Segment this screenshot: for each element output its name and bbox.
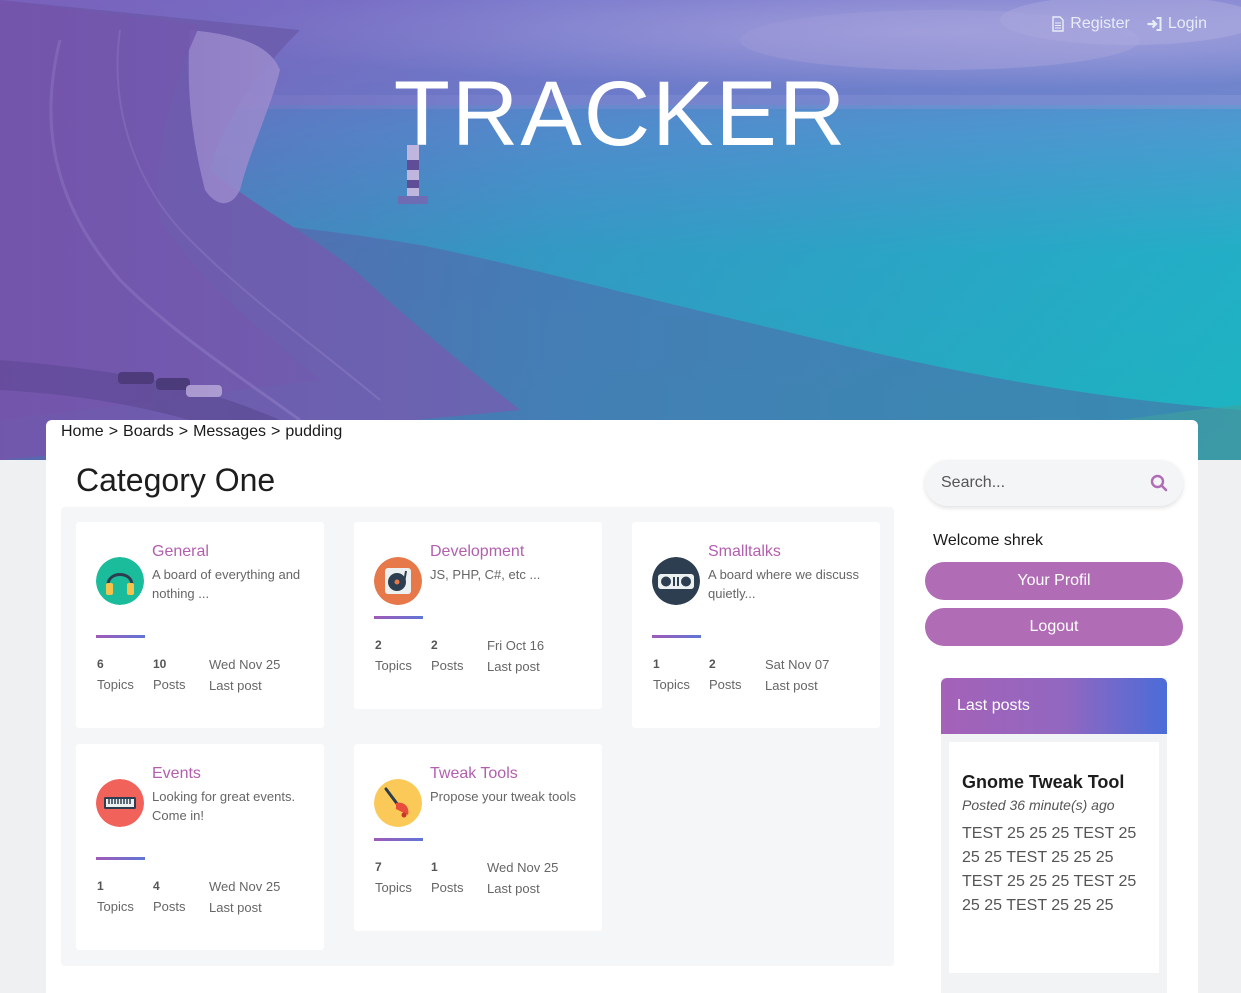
breadcrumb-boards[interactable]: Boards (123, 423, 174, 441)
last-post-label: Last post (487, 659, 540, 674)
sign-in-icon (1147, 17, 1162, 31)
card-divider (374, 616, 423, 619)
last-posts-title: Last posts (941, 678, 1167, 734)
breadcrumb-current[interactable]: pudding (285, 423, 342, 441)
last-post-label: Last post (765, 678, 818, 693)
search-icon[interactable] (1149, 473, 1169, 493)
board-description: A board where we discuss quietly... (708, 567, 860, 601)
welcome-text: Welcome shrek (933, 532, 1043, 549)
board-description: A board of everything and nothing ... (152, 567, 301, 601)
topics-count: 1 (97, 879, 104, 893)
logout-button[interactable]: Logout (925, 608, 1183, 646)
site-title: TRACKER (393, 63, 848, 165)
board-card-development[interactable]: Development JS, PHP, C#, etc ... 2 Topics… (354, 522, 602, 709)
post-title[interactable]: Gnome Tweak Tool (962, 772, 1146, 793)
hero-banner: TRACKER Register Login (0, 0, 1241, 460)
breadcrumb-separator: > (108, 423, 119, 440)
board-name[interactable]: General (152, 543, 209, 561)
posts-count: 2 (709, 657, 716, 671)
last-post-item[interactable]: Gnome Tweak Tool Posted 36 minute(s) ago… (949, 742, 1159, 973)
breadcrumb-home[interactable]: Home (61, 423, 104, 441)
login-link[interactable]: Login (1146, 15, 1207, 33)
bell-icon (374, 779, 422, 827)
last-post-date: Sat Nov 07 (765, 657, 830, 672)
topics-count: 6 (97, 657, 104, 671)
last-post-date: Wed Nov 25 (209, 657, 281, 672)
topics-label: Topics (97, 899, 134, 914)
board-description: JS, PHP, C#, etc ... (430, 567, 541, 582)
topics-count: 7 (375, 860, 382, 874)
last-post-date: Wed Nov 25 (209, 879, 281, 894)
register-label: Register (1070, 15, 1130, 32)
last-post-date: Wed Nov 25 (487, 860, 559, 875)
card-divider (374, 838, 423, 841)
posts-count: 1 (431, 860, 438, 874)
category-title: Category One (76, 462, 276, 498)
post-excerpt: TEST 25 25 25 TEST 25 25 25 TEST 25 25 2… (962, 825, 1137, 914)
search-input[interactable] (941, 460, 1141, 506)
posts-label: Posts (709, 677, 742, 692)
board-stats: 6 Topics 10 Posts Wed Nov 25 Last post (97, 657, 280, 693)
last-post-date: Fri Oct 16 (487, 638, 545, 653)
dj-mixer-icon (652, 557, 700, 605)
turntable-icon (374, 557, 422, 605)
board-name[interactable]: Tweak Tools (430, 765, 518, 783)
last-post-label: Last post (209, 900, 262, 915)
topics-label: Topics (97, 677, 134, 692)
boards-grid: General A board of everything and nothin… (61, 507, 894, 966)
breadcrumb-messages[interactable]: Messages (193, 423, 266, 441)
breadcrumb-separator: > (271, 423, 281, 440)
board-stats: 1 Topics 2 Posts Sat Nov 07 Last post (653, 657, 829, 693)
board-card-tweak-tools[interactable]: Tweak Tools Propose your tweak tools 7 To… (354, 744, 602, 931)
board-stats: 7 Topics 1 Posts Wed Nov 25 Last post (375, 860, 558, 896)
file-icon (1052, 16, 1064, 32)
posts-label: Posts (153, 677, 186, 692)
posts-label: Posts (431, 658, 464, 673)
board-stats: 1 Topics 4 Posts Wed Nov 25 Last post (97, 879, 280, 915)
board-card-events[interactable]: Events Looking for great events. Come in… (76, 744, 324, 950)
profile-button[interactable]: Your Profil (925, 562, 1183, 600)
posts-label: Posts (153, 899, 186, 914)
board-name[interactable]: Events (152, 765, 201, 783)
last-post-label: Last post (209, 678, 262, 693)
register-link[interactable]: Register (1051, 15, 1130, 33)
card-divider (96, 635, 145, 638)
topics-count: 2 (375, 638, 382, 652)
board-description: Propose your tweak tools (430, 789, 576, 804)
main-panel: Home > Boards > Messages > pudding Categ… (46, 420, 1198, 993)
last-posts-widget: Last posts Gnome Tweak Tool Posted 36 mi… (941, 678, 1167, 993)
keyboard-icon (96, 779, 144, 827)
breadcrumb-separator: > (178, 423, 189, 440)
topics-label: Topics (375, 658, 412, 673)
board-description: Looking for great events. Come in! (152, 789, 296, 823)
login-label: Login (1167, 15, 1207, 32)
top-nav: Register Login (1051, 15, 1207, 33)
topics-count: 1 (653, 657, 660, 671)
board-stats: 2 Topics 2 Posts Fri Oct 16 Last post (375, 638, 544, 674)
posts-count: 2 (431, 638, 438, 652)
card-divider (652, 635, 701, 638)
last-post-label: Last post (487, 881, 540, 896)
topics-label: Topics (375, 880, 412, 895)
board-card-general[interactable]: General A board of everything and nothin… (76, 522, 324, 728)
board-name[interactable]: Development (430, 543, 524, 561)
posts-count: 10 (153, 657, 167, 671)
breadcrumb: Home > Boards > Messages > pudding (61, 423, 342, 441)
posts-label: Posts (431, 880, 464, 895)
card-divider (96, 857, 145, 860)
board-card-smalltalks[interactable]: Smalltalks A board where we discuss quie… (632, 522, 880, 728)
post-timestamp: Posted 36 minute(s) ago (962, 797, 1115, 813)
posts-count: 4 (153, 879, 160, 893)
search-box (925, 460, 1183, 506)
board-name[interactable]: Smalltalks (708, 543, 781, 561)
topics-label: Topics (653, 677, 690, 692)
headphones-icon (96, 557, 144, 605)
